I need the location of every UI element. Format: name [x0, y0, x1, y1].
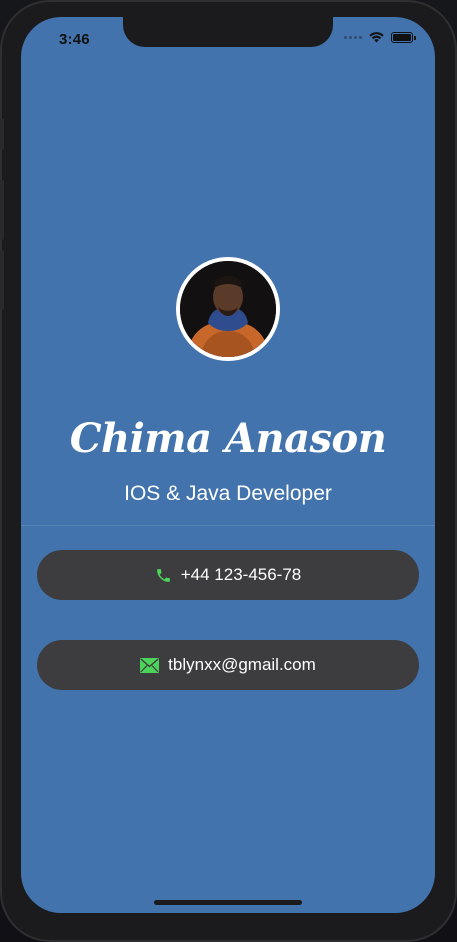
notch — [123, 17, 333, 47]
home-indicator[interactable] — [154, 900, 302, 905]
mute-switch — [0, 118, 4, 150]
phone-icon — [155, 567, 172, 584]
volume-up-button — [0, 180, 4, 240]
cellular-signal-icon — [344, 35, 362, 39]
profile-title: IOS & Java Developer — [124, 482, 332, 505]
battery-icon — [391, 31, 416, 43]
divider — [21, 525, 435, 526]
profile-name: Chima Anason — [69, 415, 387, 462]
email-address: tblynxx@gmail.com — [168, 655, 316, 674]
phone-card[interactable]: +44 123-456-78 — [37, 550, 419, 600]
wifi-icon — [369, 32, 384, 43]
status-icons — [344, 31, 416, 43]
volume-down-button — [0, 250, 4, 310]
envelope-icon — [140, 657, 160, 673]
avatar — [176, 257, 280, 361]
app-screen: 3:46 Chima Anason IOS & Java Developer +… — [21, 17, 435, 913]
profile-photo — [180, 261, 276, 357]
email-card[interactable]: tblynxx@gmail.com — [37, 640, 419, 690]
status-time: 3:46 — [59, 31, 90, 48]
phone-number: +44 123-456-78 — [180, 565, 302, 584]
